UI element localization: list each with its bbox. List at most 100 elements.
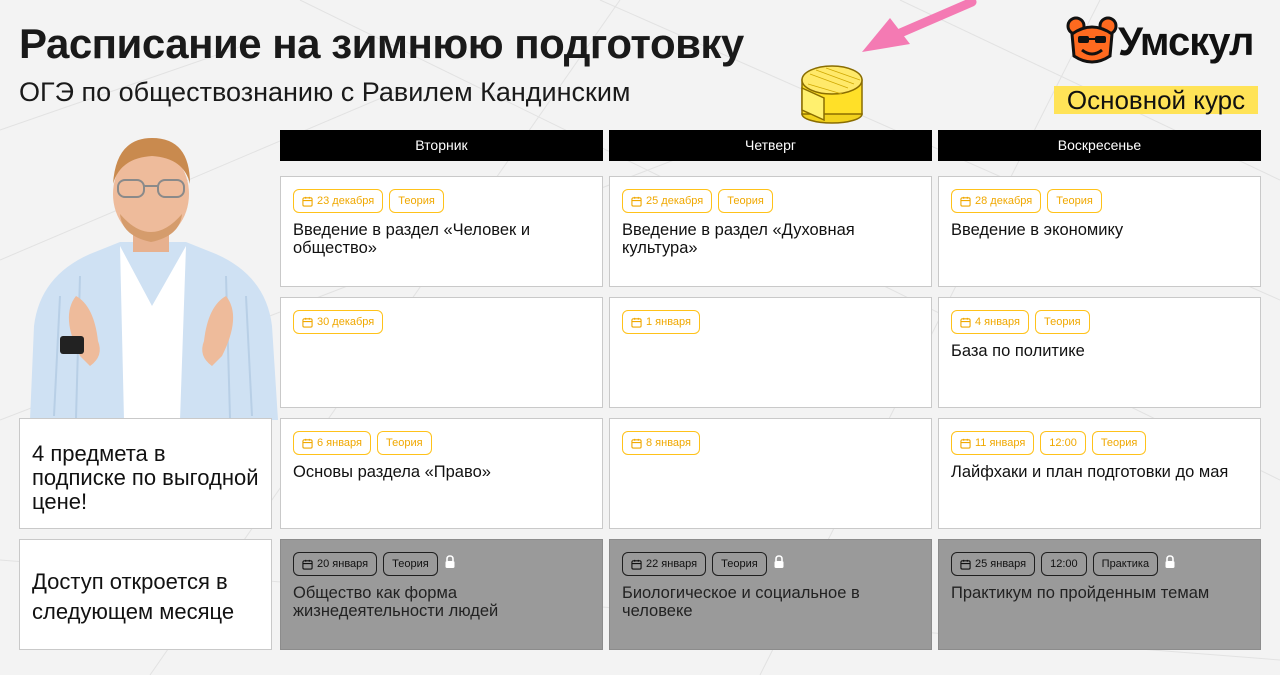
lesson-tags: 6 января Теория — [293, 431, 432, 455]
promo-text: 4 предмета в подписке по выгодной цене! — [32, 441, 259, 514]
lesson-tags: 23 декабря Теория — [293, 189, 444, 213]
date-text: 8 января — [646, 437, 691, 449]
lesson-title: Практикум по пройденным темам — [951, 584, 1210, 602]
type-badge: Практика — [1092, 552, 1159, 576]
lock-icon — [1165, 554, 1175, 568]
calendar-icon — [302, 438, 313, 449]
date-text: 20 января — [317, 558, 369, 570]
lesson-title: Введение в экономику — [951, 221, 1124, 239]
lock-indicator — [444, 554, 456, 574]
date-badge: 22 января — [622, 552, 707, 576]
lock-indicator — [773, 554, 785, 574]
calendar-icon — [960, 559, 971, 570]
lesson-title: Основы раздела «Право» — [293, 463, 491, 481]
time-badge: 12:00 — [1040, 431, 1086, 455]
lesson-tags: 25 января 12:00 Практика — [951, 552, 1176, 576]
lesson-card[interactable]: 25 декабря Теория Введение в раздел «Духов… — [609, 176, 932, 287]
lesson-title: Введение в раздел «Духовная культура» — [622, 221, 855, 257]
calendar-icon — [631, 317, 642, 328]
page-title: Расписание на зимнюю подготовку — [19, 20, 744, 67]
lock-indicator — [1164, 554, 1176, 574]
cheese-icon — [801, 65, 863, 124]
type-badge: Теория — [377, 431, 432, 455]
lesson-title: Введение в раздел «Человек и общество» — [293, 221, 531, 257]
lesson-tags: 22 января Теория — [622, 552, 785, 576]
lesson-tags: 25 декабря Теория — [622, 189, 773, 213]
date-text: 25 января — [975, 558, 1027, 570]
day-header-tuesday: Вторник — [280, 130, 603, 161]
type-badge: Теория — [1047, 189, 1102, 213]
lesson-card[interactable]: 25 января 12:00 Практика Практикум по пройд… — [938, 539, 1261, 650]
lesson-card[interactable]: 11 января 12:00 Теория Лайфхаки и план подг… — [938, 418, 1261, 529]
lesson-title: Общество как форма жизнедеятельности люд… — [293, 584, 499, 620]
date-badge: 25 января — [951, 552, 1036, 576]
date-text: 25 декабря — [646, 195, 704, 207]
access-card: Доступ откроется в следующем месяце — [19, 539, 272, 650]
calendar-icon — [960, 317, 971, 328]
day-header-thursday: Четверг — [609, 130, 932, 161]
date-badge: 1 января — [622, 310, 700, 334]
lesson-title: Лайфхаки и план подготовки до мая — [951, 463, 1229, 481]
date-badge: 4 января — [951, 310, 1029, 334]
date-badge: 30 декабря — [293, 310, 384, 334]
lesson-title: Биологическое и социальное в человеке — [622, 584, 860, 620]
logo-text: Умскул — [1118, 20, 1254, 64]
day-header-sunday: Воскресенье — [938, 130, 1261, 161]
lesson-card[interactable]: 20 января Теория Общество как форма жизнед… — [280, 539, 603, 650]
date-badge: 8 января — [622, 431, 700, 455]
time-badge: 12:00 — [1041, 552, 1087, 576]
teacher-photo — [30, 138, 278, 420]
calendar-icon — [960, 438, 971, 449]
lesson-card[interactable]: 6 января Теория Основы раздела «Право» — [280, 418, 603, 529]
lesson-tags: 30 декабря — [293, 310, 384, 334]
date-text: 6 января — [317, 437, 362, 449]
lesson-card[interactable]: 8 января — [609, 418, 932, 529]
lesson-card[interactable]: 1 января — [609, 297, 932, 408]
lesson-tags: 4 января Теория — [951, 310, 1090, 334]
calendar-icon — [302, 559, 313, 570]
type-badge: Теория — [718, 189, 773, 213]
promo-card: 4 предмета в подписке по выгодной цене! — [19, 418, 272, 529]
lesson-tags: 20 января Теория — [293, 552, 456, 576]
date-badge: 23 декабря — [293, 189, 384, 213]
lesson-tags: 8 января — [622, 431, 700, 455]
lock-icon — [774, 554, 784, 568]
bear-logo-icon — [1066, 16, 1118, 64]
type-badge: Теория — [1091, 431, 1147, 455]
lesson-tags: 1 января — [622, 310, 700, 334]
access-text: Доступ откроется в следующем месяце — [32, 569, 235, 624]
calendar-icon — [960, 196, 971, 207]
lesson-title: База по политике — [951, 342, 1085, 360]
lesson-card[interactable]: 28 декабря Теория Введение в экономику — [938, 176, 1261, 287]
calendar-icon — [302, 317, 313, 328]
lesson-card[interactable]: 30 декабря — [280, 297, 603, 408]
umskul-logo: Умскул — [1066, 16, 1266, 72]
lock-icon — [445, 554, 455, 568]
page-subtitle: ОГЭ по обществознанию с Равилем Кандинск… — [19, 77, 631, 107]
date-text: 1 января — [646, 316, 691, 328]
calendar-icon — [631, 559, 642, 570]
date-badge: 11 января — [951, 431, 1035, 455]
date-badge: 25 декабря — [622, 189, 713, 213]
date-text: 4 января — [975, 316, 1020, 328]
date-text: 23 декабря — [317, 195, 375, 207]
date-badge: 20 января — [293, 552, 378, 576]
lesson-card[interactable]: 22 января Теория Биологическое и социально… — [609, 539, 932, 650]
calendar-icon — [302, 196, 313, 207]
calendar-icon — [631, 196, 642, 207]
lesson-tags: 11 января 12:00 Теория — [951, 431, 1147, 455]
date-text: 22 января — [646, 558, 698, 570]
type-badge: Теория — [383, 552, 438, 576]
type-badge: Теория — [1035, 310, 1090, 334]
lesson-tags: 28 декабря Теория — [951, 189, 1102, 213]
date-badge: 28 декабря — [951, 189, 1042, 213]
date-text: 28 декабря — [975, 195, 1033, 207]
date-badge: 6 января — [293, 431, 371, 455]
type-badge: Теория — [712, 552, 767, 576]
date-text: 11 января — [975, 437, 1026, 449]
course-badge: Основной курс — [1054, 86, 1258, 114]
lesson-card[interactable]: 4 января Теория База по политике — [938, 297, 1261, 408]
pink-arrow-icon — [862, 0, 977, 52]
lesson-card[interactable]: 23 декабря Теория Введение в раздел «Челов… — [280, 176, 603, 287]
calendar-icon — [631, 438, 642, 449]
